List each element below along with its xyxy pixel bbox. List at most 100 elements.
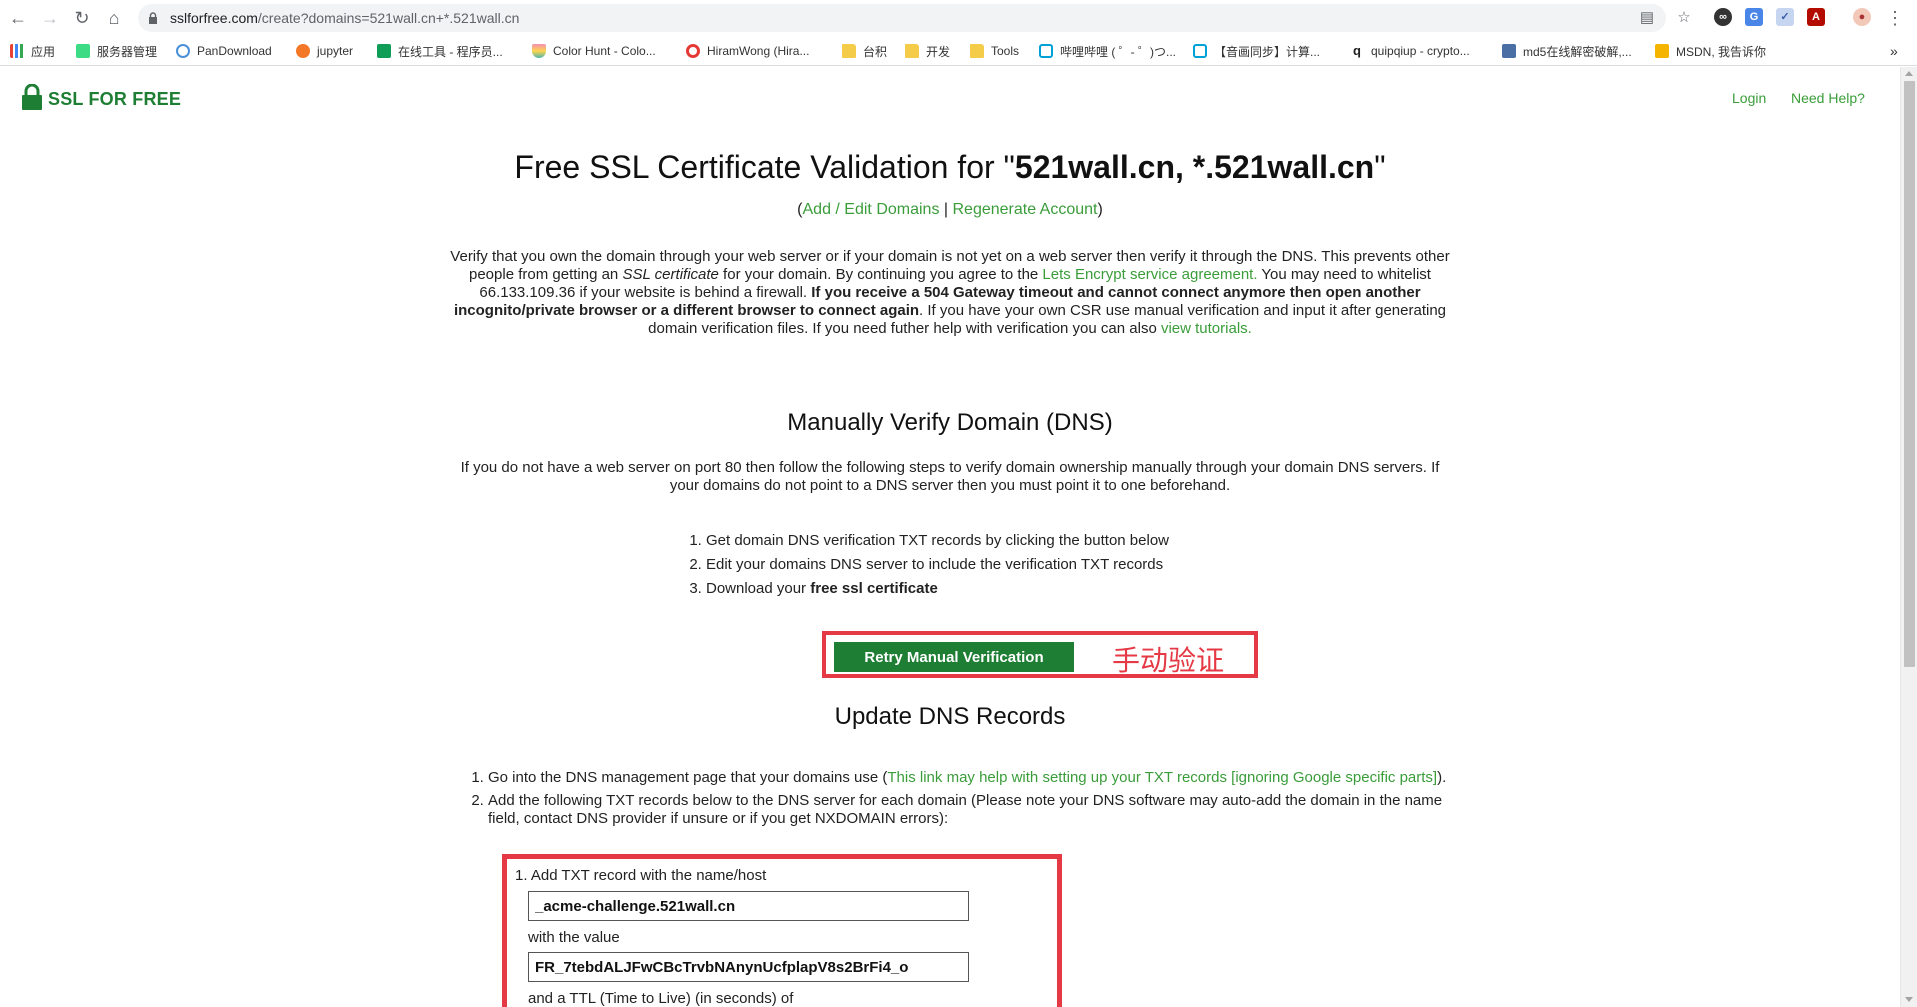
bookmark-label: HiramWong (Hira... <box>707 44 810 58</box>
list-item: Download your free ssl certificate <box>706 577 1169 601</box>
bookmark-folder-1[interactable]: 台积 <box>842 43 887 59</box>
md5-icon <box>1502 44 1516 58</box>
title-domains: 521wall.cn, *.521wall.cn <box>1014 149 1375 185</box>
intro-paragraph: Verify that you own the domain through y… <box>449 248 1451 338</box>
logo-text: SSL FOR FREE <box>48 89 182 109</box>
url-path: /create?domains=521wall.cn+*.521wall.cn <box>257 10 520 26</box>
step-text: Download your <box>706 580 811 597</box>
bookmark-label: Tools <box>991 44 1020 58</box>
bookmark-jupyter[interactable]: jupyter <box>296 43 353 59</box>
quipqiup-q-icon: q <box>1350 44 1364 58</box>
scroll-down-arrow-icon[interactable] <box>1905 997 1913 1002</box>
bookmark-audio-sync[interactable]: 【音画同步】计算... <box>1193 43 1320 59</box>
need-help-link[interactable]: Need Help? <box>1791 90 1865 106</box>
scrollbar-thumb[interactable] <box>1904 81 1915 667</box>
update-dns-steps: Go into the DNS management page that you… <box>470 769 1450 833</box>
bookmark-star-icon[interactable]: ☆ <box>1675 9 1693 27</box>
bookmark-label: 应用 <box>31 44 56 59</box>
title-prefix: Free SSL Certificate Validation for " <box>514 149 1015 185</box>
reload-icon[interactable]: ↻ <box>72 8 92 28</box>
add-edit-domains-link[interactable]: Add / Edit Domains <box>803 201 940 218</box>
back-arrow-icon[interactable]: ← <box>8 8 28 28</box>
bookmark-quipqiup[interactable]: q quipqiup - crypto... <box>1350 43 1470 59</box>
bookmark-label: 在线工具 - 程序员... <box>398 44 503 59</box>
folder-icon <box>970 44 984 58</box>
list-item: Get domain DNS verification TXT records … <box>706 529 1169 553</box>
scroll-up-arrow-icon[interactable] <box>1905 71 1913 76</box>
list-item: Add the following TXT records below to t… <box>488 792 1450 828</box>
browser-toolbar: ← → ↻ ⌂ sslforfree.com/create?domains=52… <box>0 0 1917 36</box>
color-hunt-icon <box>532 44 546 58</box>
site-logo[interactable]: SSL FOR FREE <box>22 84 181 110</box>
bookmark-label: md5在线解密破解,... <box>1523 44 1632 59</box>
retry-manual-verification-button[interactable]: Retry Manual Verification <box>834 642 1074 672</box>
title-suffix: " <box>1374 149 1386 185</box>
bookmark-server[interactable]: 服务器管理 <box>76 43 157 59</box>
folder-icon <box>905 44 919 58</box>
lets-encrypt-agreement-link[interactable]: Lets Encrypt service agreement. <box>1042 266 1257 283</box>
menu-kebab-icon[interactable]: ⋮ <box>1885 8 1905 28</box>
lock-icon <box>149 12 157 24</box>
bookmark-label: 服务器管理 <box>97 44 158 59</box>
bookmark-color-hunt[interactable]: Color Hunt - Colo... <box>532 43 656 59</box>
bookmark-apps[interactable]: 应用 <box>10 43 55 59</box>
separator: | <box>939 201 953 218</box>
bookmark-md5[interactable]: md5在线解密破解,... <box>1502 43 1632 59</box>
view-tutorials-link[interactable]: view tutorials. <box>1161 320 1252 337</box>
txt-records-help-link[interactable]: This link may help with setting up your … <box>887 769 1437 786</box>
bilibili-tv-icon <box>1193 44 1207 58</box>
page-scrollbar[interactable] <box>1900 67 1917 1007</box>
bookmark-label: jupyter <box>317 44 354 58</box>
github-g-icon <box>686 44 700 58</box>
intro-italic: SSL certificate <box>622 266 719 283</box>
regenerate-account-link[interactable]: Regenerate Account <box>953 201 1098 218</box>
android-icon <box>76 44 90 58</box>
bookmark-hiramwong[interactable]: HiramWong (Hira... <box>686 43 809 59</box>
bookmark-label: Color Hunt - Colo... <box>553 44 656 58</box>
bookmark-online-tools[interactable]: 在线工具 - 程序员... <box>377 43 503 59</box>
bookmarks-overflow-icon[interactable]: » <box>1890 43 1898 59</box>
url-host: sslforfree.com <box>170 10 258 26</box>
bookmark-folder-tools[interactable]: Tools <box>970 43 1019 59</box>
page-title: Free SSL Certificate Validation for "521… <box>440 149 1460 186</box>
translate-icon[interactable]: ▤ <box>1638 9 1656 27</box>
forward-arrow-icon[interactable]: → <box>40 8 60 28</box>
apps-grid-icon <box>10 44 24 58</box>
bilibili-tv-icon <box>1039 44 1053 58</box>
step-text: ). <box>1437 769 1447 786</box>
bookmark-pandownload[interactable]: PanDownload <box>176 43 272 59</box>
manual-verify-heading: Manually Verify Domain (DNS) <box>787 409 1113 436</box>
manual-steps-list: Get domain DNS verification TXT records … <box>688 529 1169 601</box>
extension-glasses-icon[interactable]: ∞ <box>1714 8 1732 26</box>
bookmark-label: MSDN, 我告诉你 <box>1676 44 1767 59</box>
extension-bird-icon[interactable]: ✓ <box>1776 8 1794 26</box>
url-text: sslforfree.com/create?domains=521wall.cn… <box>170 10 519 26</box>
cloud-icon <box>176 44 190 58</box>
extension-translate-icon[interactable]: G <box>1745 8 1763 26</box>
manual-verify-annotation: 手动验证 <box>1112 644 1225 677</box>
update-dns-heading: Update DNS Records <box>834 703 1066 730</box>
profile-avatar-icon[interactable]: ● <box>1853 8 1871 26</box>
bookmark-bilibili[interactable]: 哔哩哔哩 ( ゜- ゜)つ... <box>1039 43 1176 59</box>
tools-table-icon <box>377 44 391 58</box>
home-icon[interactable]: ⌂ <box>104 8 124 28</box>
with-value-label: with the value <box>528 929 620 946</box>
txt-value-field[interactable] <box>528 952 969 982</box>
msdn-icon <box>1655 44 1669 58</box>
step-text: Go into the DNS management page that you… <box>488 769 888 786</box>
folder-icon <box>842 44 856 58</box>
extension-pdf-icon[interactable]: A <box>1807 8 1825 26</box>
jupyter-icon <box>296 44 310 58</box>
login-link[interactable]: Login <box>1732 90 1766 106</box>
txt-record-annotation-box: 1. Add TXT record with the name/host wit… <box>502 854 1062 1007</box>
list-item: Go into the DNS management page that you… <box>488 769 1450 787</box>
bookmark-folder-dev[interactable]: 开发 <box>905 43 950 59</box>
address-bar[interactable]: sslforfree.com/create?domains=521wall.cn… <box>138 4 1666 32</box>
retry-annotation-box: Retry Manual Verification 手动验证 <box>822 631 1258 678</box>
bookmark-label: 开发 <box>926 44 951 59</box>
bookmark-msdn[interactable]: MSDN, 我告诉你 <box>1655 43 1766 59</box>
bookmark-label: 哔哩哔哩 ( ゜- ゜)つ... <box>1060 44 1176 59</box>
list-item: Edit your domains DNS server to include … <box>706 553 1169 577</box>
intro-text: for your domain. By continuing you agree… <box>718 266 1043 283</box>
txt-name-field[interactable] <box>528 891 969 921</box>
